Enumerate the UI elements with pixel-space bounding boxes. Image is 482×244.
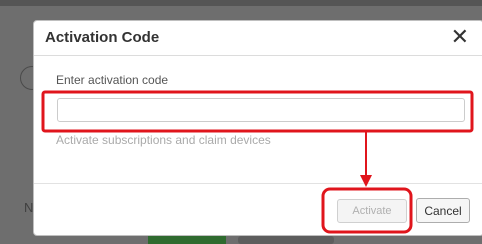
background-text (238, 236, 334, 244)
activation-code-label: Enter activation code (56, 73, 169, 87)
background-top-strip (0, 0, 482, 6)
background-green-button (148, 236, 226, 244)
background-letter: N (24, 200, 34, 215)
activate-button[interactable]: Activate (337, 199, 407, 223)
activation-code-input[interactable] (57, 98, 465, 122)
help-text: Activate subscriptions and claim devices (56, 133, 271, 147)
footer-divider (34, 183, 482, 184)
activation-code-dialog: Activation Code ✕ Enter activation code … (33, 20, 482, 236)
dialog-header: Activation Code ✕ (34, 21, 482, 56)
close-icon[interactable]: ✕ (451, 24, 469, 50)
dialog-title: Activation Code (45, 29, 160, 46)
page: N Activation Code ✕ Enter activation cod… (0, 0, 482, 244)
cancel-button[interactable]: Cancel (416, 198, 470, 223)
